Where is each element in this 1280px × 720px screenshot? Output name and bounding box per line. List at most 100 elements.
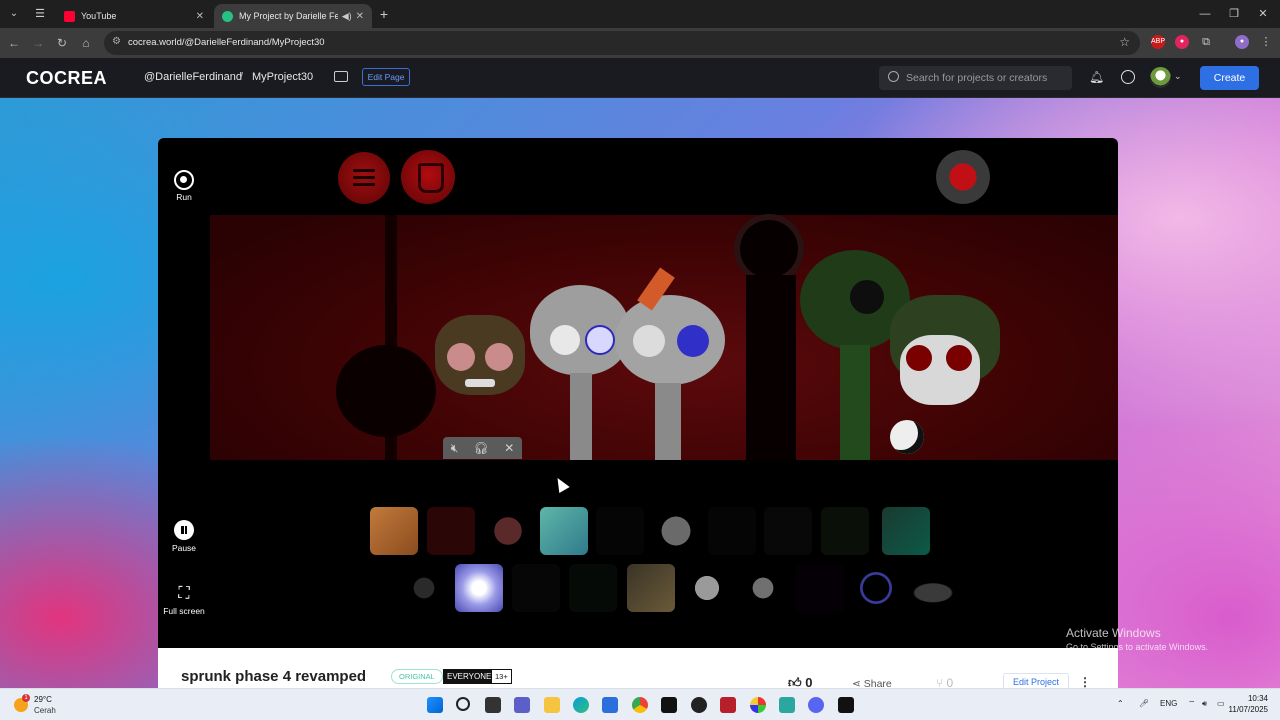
sound-icon-orange[interactable] — [370, 507, 418, 555]
run-label: Run — [176, 192, 192, 202]
mic-icon[interactable]: 🎤︎ — [1139, 699, 1149, 708]
sound-icon-glow[interactable] — [455, 564, 503, 612]
home-icon[interactable]: ⌂ — [78, 35, 94, 51]
search-input[interactable]: Search for projects or creators — [879, 66, 1072, 90]
store-icon[interactable] — [602, 697, 618, 713]
sound-icon-dark-blob[interactable] — [484, 507, 532, 555]
zombie-character — [435, 315, 525, 405]
edit-page-button[interactable]: Edit Page — [362, 68, 410, 86]
breadcrumb-owner[interactable]: @DarielleFerdinand — [144, 71, 242, 83]
teams-icon[interactable] — [514, 697, 530, 713]
discord-icon[interactable] — [808, 697, 824, 713]
edge-icon[interactable] — [573, 697, 589, 713]
new-tab-button[interactable]: + — [376, 6, 392, 22]
game-player[interactable]: Run 🔇︎ 🎧︎ ✕ Pause ⛶ Full screen — [158, 138, 1118, 648]
sound-icon-shadow-1[interactable] — [596, 507, 644, 555]
pause-button[interactable]: Pause — [158, 520, 210, 553]
breadcrumb-separator: / — [240, 71, 244, 83]
mute-icon[interactable]: 🔇︎ — [451, 441, 459, 456]
headphones-icon[interactable]: 🎧︎ — [474, 441, 489, 455]
language-indicator[interactable]: ENG — [1160, 699, 1177, 708]
minimize-button[interactable]: — — [1196, 6, 1214, 22]
task-view-icon[interactable] — [485, 697, 501, 713]
close-tab-icon[interactable]: ✕ — [196, 11, 204, 22]
run-button[interactable]: Run — [158, 170, 210, 202]
extension-red-icon[interactable]: ● — [1175, 35, 1189, 49]
site-info-icon[interactable]: ⚙ — [112, 36, 121, 47]
bookmark-star-icon[interactable]: ☆ — [1119, 35, 1130, 49]
search-icon[interactable] — [456, 697, 470, 711]
sound-icon-spiky[interactable] — [400, 564, 448, 612]
capcut-icon[interactable] — [661, 697, 677, 713]
sound-control-bar[interactable]: 🔇︎ 🎧︎ ✕ — [443, 437, 522, 459]
color-app-icon[interactable] — [750, 697, 766, 713]
close-window-button[interactable]: ✕ — [1254, 6, 1272, 22]
fullscreen-button[interactable]: ⛶ Full screen — [158, 584, 210, 616]
profile-icon[interactable]: ● — [1235, 35, 1249, 49]
sound-icon-purple[interactable] — [796, 564, 844, 612]
github-icon[interactable] — [691, 697, 707, 713]
captions-icon[interactable] — [334, 71, 348, 82]
breadcrumb-project[interactable]: MyProject30 — [252, 71, 313, 83]
search-placeholder: Search for projects or creators — [906, 72, 1048, 84]
forward-arrow-icon[interactable]: → — [30, 35, 46, 51]
fullscreen-label: Full screen — [163, 606, 205, 616]
avatar[interactable] — [1150, 67, 1171, 88]
project-title: sprunk phase 4 revamped — [181, 668, 367, 685]
sound-icon-tv[interactable] — [683, 564, 731, 612]
sound-icon-blue-ring[interactable] — [852, 564, 900, 612]
close-icon[interactable]: ✕ — [504, 441, 514, 455]
tab-my-project[interactable]: My Project by Darielle Ferd ◀) ✕ — [214, 4, 372, 28]
sound-icon-frog[interactable] — [569, 564, 617, 612]
extensions-puzzle-icon[interactable]: ⧉ — [1199, 35, 1213, 49]
sound-icon-dark-red[interactable] — [427, 507, 475, 555]
sound-icon-cat[interactable] — [739, 564, 787, 612]
system-clock[interactable]: 10:34 11/07/2025 — [1226, 693, 1268, 715]
tab-youtube[interactable]: YouTube ✕ — [56, 4, 212, 28]
back-arrow-icon[interactable]: ← — [6, 35, 22, 51]
project-info-bar: sprunk phase 4 revamped ORIGINAL EVERYON… — [158, 648, 1118, 691]
maximize-button[interactable]: ❐ — [1225, 6, 1243, 22]
speaker-icon[interactable]: ◀) — [342, 11, 352, 22]
wifi-icon[interactable]: ⌔ — [1188, 699, 1196, 709]
create-button[interactable]: Create — [1200, 66, 1259, 90]
address-bar[interactable]: ⚙ cocrea.world/@DarielleFerdinand/MyProj… — [104, 31, 1140, 55]
record-button-icon[interactable] — [936, 150, 990, 204]
browser-toolbar: ← → ↻ ⌂ ⚙ cocrea.world/@DarielleFerdinan… — [0, 28, 1280, 58]
sound-icon-shadow-4[interactable] — [821, 507, 869, 555]
windows-start-icon[interactable] — [427, 697, 443, 713]
tab-list-chevron-icon[interactable]: ⌄ — [6, 6, 22, 22]
file-explorer-icon[interactable] — [544, 697, 560, 713]
sound-icon-robot[interactable] — [540, 507, 588, 555]
youtube-favicon-icon — [64, 10, 75, 22]
sound-icon-shadow-3[interactable] — [764, 507, 812, 555]
age-badge: 13+ — [491, 669, 512, 684]
sound-icon-beige[interactable] — [627, 564, 675, 612]
chrome-icon[interactable] — [632, 697, 648, 713]
sound-icon-shadow-2[interactable] — [708, 507, 756, 555]
capcut-pro-icon[interactable] — [838, 697, 854, 713]
tab-search-icon[interactable]: ☰ — [32, 6, 48, 22]
battery-icon[interactable]: ▭ — [1217, 699, 1225, 708]
volume-icon[interactable]: 🔊︎ — [1202, 699, 1207, 709]
app-icon-teal[interactable] — [779, 697, 795, 713]
close-tab-icon[interactable]: ✕ — [356, 11, 364, 22]
cup-icon[interactable] — [401, 150, 455, 204]
sound-icon-green-slash[interactable] — [882, 507, 930, 555]
browser-menu-icon[interactable]: ⋮ — [1259, 35, 1273, 49]
sound-icon-hat[interactable] — [909, 564, 957, 612]
reload-icon[interactable]: ↻ — [54, 35, 70, 51]
notification-bell-icon[interactable]: 🔔︎ — [1089, 70, 1104, 84]
more-options-icon[interactable]: ⋮ — [1079, 675, 1091, 689]
cocrea-logo[interactable]: COCREA — [26, 68, 107, 89]
hamburger-menu-icon[interactable] — [338, 152, 390, 204]
vivaldi-icon[interactable] — [720, 697, 736, 713]
tray-chevron-icon[interactable]: ⌃ — [1117, 699, 1124, 708]
sound-icon-grey-ball[interactable] — [652, 507, 700, 555]
language-globe-icon[interactable] — [1121, 70, 1135, 84]
sound-icon-scratch[interactable] — [512, 564, 560, 612]
game-stage[interactable] — [210, 215, 1118, 460]
tab-title: My Project by Darielle Ferd — [239, 11, 338, 21]
extension-abp-icon[interactable]: ABP — [1151, 35, 1165, 49]
chevron-down-icon[interactable]: ⌄ — [1174, 71, 1182, 82]
